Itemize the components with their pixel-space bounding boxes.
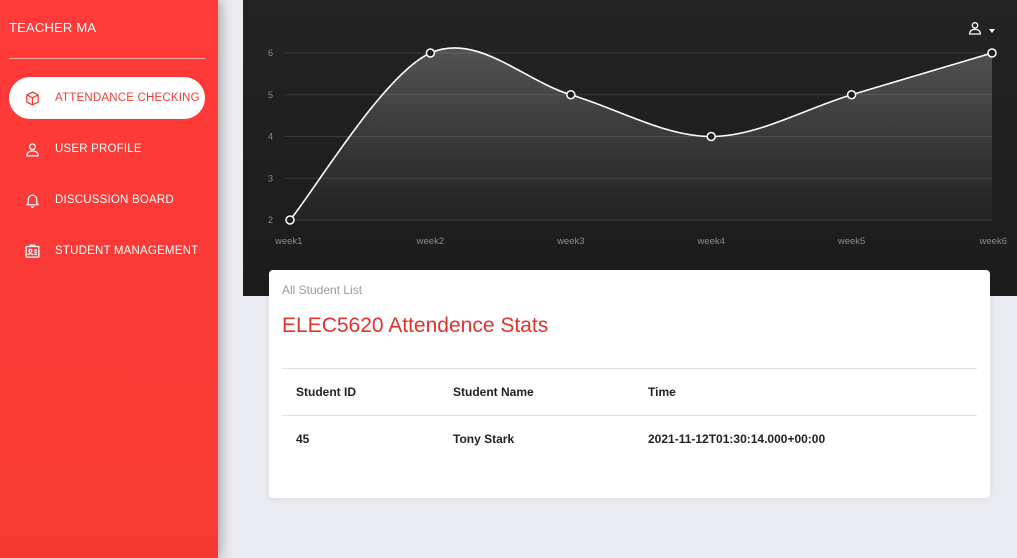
x-tick-label: week6: [979, 236, 1007, 247]
sidebar-item-discussion-board[interactable]: DISCUSSION BOARD: [9, 179, 205, 221]
sidebar-item-student-management[interactable]: STUDENT MANAGEMENT: [9, 230, 205, 272]
data-point[interactable]: [425, 48, 436, 58]
bell-icon: [21, 189, 43, 211]
cube-icon: [21, 87, 43, 109]
data-point[interactable]: [846, 90, 857, 100]
y-tick-label: 2: [268, 215, 273, 225]
y-tick-label: 4: [268, 132, 273, 142]
table-header-row: Student ID Student Name Time: [282, 368, 977, 415]
sidebar-item-label: DISCUSSION BOARD: [55, 194, 174, 206]
x-tick-label: week3: [556, 236, 584, 247]
card-category: All Student List: [282, 283, 363, 297]
time-cell: 2021-11-12T01:30:14.000+00:00: [648, 432, 826, 446]
data-point[interactable]: [566, 90, 576, 100]
brand-title: TEACHER MA: [9, 20, 97, 35]
x-tick-label: week2: [416, 236, 444, 247]
column-header: Student ID: [296, 385, 356, 399]
x-tick-label: week5: [837, 236, 865, 247]
chart-area-fill: [290, 47, 992, 220]
student-name-cell: Tony Stark: [453, 432, 515, 446]
y-tick-label: 5: [268, 90, 273, 100]
x-tick-label: week1: [274, 236, 302, 247]
sidebar-item-label: ATTENDANCE CHECKING: [55, 92, 200, 104]
sidebar-item-label: STUDENT MANAGEMENT: [55, 245, 199, 257]
data-point[interactable]: [285, 215, 295, 225]
sidebar: TEACHER MA ATTENDANCE CHECKING USER PROF…: [0, 0, 218, 558]
y-tick-label: 6: [268, 48, 273, 58]
sidebar-item-attendance-checking[interactable]: ATTENDANCE CHECKING: [9, 77, 205, 119]
divider: [9, 58, 205, 59]
table-row[interactable]: 45 Tony Stark 2021-11-12T01:30:14.000+00…: [282, 415, 977, 462]
attendance-table: Student ID Student Name Time 45 Tony Sta…: [282, 368, 977, 462]
column-header: Time: [648, 385, 676, 399]
sidebar-item-user-profile[interactable]: USER PROFILE: [9, 128, 205, 170]
card-title: ELEC5620 Attendence Stats: [282, 314, 549, 337]
student-id-cell: 45: [296, 432, 310, 446]
x-tick-label: week4: [696, 236, 724, 247]
data-point[interactable]: [987, 48, 997, 58]
sidebar-item-label: USER PROFILE: [55, 143, 142, 155]
attendance-line-chart: 2 3 4 5 6 week1 week2 week3 week4 week5 week6: [268, 47, 1007, 247]
student-list-card: All Student List ELEC5620 Attendence Sta…: [269, 270, 990, 498]
id-card-icon: [21, 240, 43, 262]
y-tick-label: 3: [268, 173, 273, 183]
column-header: Student Name: [453, 385, 534, 399]
user-icon: [21, 138, 43, 160]
data-point[interactable]: [706, 131, 716, 142]
